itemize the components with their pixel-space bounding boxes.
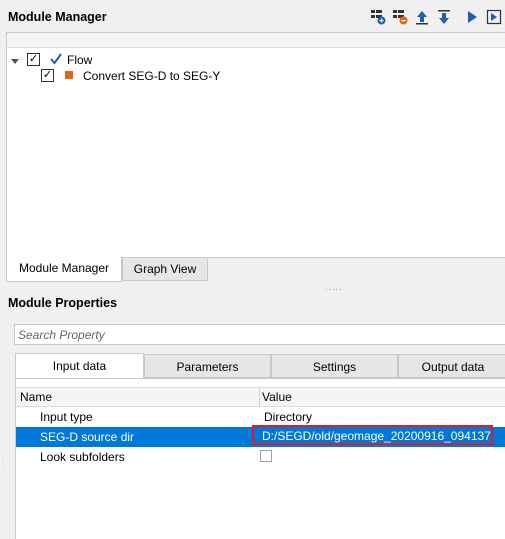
column-name-header: Name (20, 390, 53, 404)
tree-header (7, 33, 505, 48)
move-up-icon (416, 11, 428, 25)
property-row-look-subfolders[interactable]: Look subfolders (16, 447, 505, 467)
look-subfolders-checkbox[interactable] (260, 450, 272, 462)
convert-checkbox[interactable]: ✓ (41, 69, 54, 82)
search-property-input[interactable] (18, 327, 488, 342)
properties-header: Name Value (16, 387, 505, 407)
left-grip-handle[interactable]: :: (2, 458, 4, 472)
tree-item-flow[interactable]: Flow (67, 53, 92, 67)
move-down-button[interactable] (435, 8, 453, 26)
property-row-input-type[interactable]: Input type Directory (16, 407, 505, 427)
property-name: SEG-D source dir (40, 430, 135, 444)
property-row-segd-source-dir[interactable]: SEG-D source dir D:/SEGD/old/geomage_202… (16, 425, 505, 447)
run-button[interactable] (463, 8, 481, 26)
property-value: D:/SEGD/old/geomage_20200916_094137 (262, 429, 491, 443)
run-icon (468, 11, 477, 23)
column-value-header: Value (262, 390, 292, 404)
module-manager-title: Module Manager (8, 10, 107, 24)
move-down-icon (438, 10, 450, 24)
tree-item-convert[interactable]: Convert SEG-D to SEG-Y (83, 69, 220, 83)
tree-expand-icon[interactable] (11, 55, 19, 69)
tab-output-data[interactable]: Output data (398, 354, 505, 378)
remove-module-button[interactable] (391, 8, 409, 26)
tab-settings[interactable]: Settings (271, 354, 398, 378)
column-separator[interactable] (259, 388, 260, 406)
tab-parameters[interactable]: Parameters (144, 354, 271, 378)
module-tree[interactable]: ✓ Flow ✓ Convert SEG-D to SEG-Y (6, 32, 505, 258)
add-module-icon (371, 10, 386, 25)
run-step-icon (486, 9, 502, 25)
module-square-icon (65, 71, 73, 79)
run-step-button[interactable] (485, 8, 503, 26)
property-name: Input type (40, 410, 93, 424)
remove-module-icon (393, 10, 408, 25)
search-box (14, 324, 505, 345)
module-properties-title: Module Properties (8, 296, 118, 310)
flow-checkbox[interactable]: ✓ (27, 53, 40, 66)
tab-input-data[interactable]: Input data (15, 353, 144, 379)
move-up-button[interactable] (413, 8, 431, 26)
tab-module-manager[interactable]: Module Manager (6, 257, 122, 282)
source-dir-value-field[interactable]: D:/SEGD/old/geomage_20200916_094137 (252, 425, 493, 445)
property-value[interactable]: Directory (264, 410, 312, 424)
splitter-handle[interactable]: ..... (325, 282, 343, 292)
property-name: Look subfolders (40, 450, 125, 464)
flow-check-icon (50, 53, 62, 68)
add-module-button[interactable] (369, 8, 387, 26)
tab-graph-view[interactable]: Graph View (122, 257, 208, 281)
properties-grid: Name Value Input type Directory SEG-D so… (15, 378, 505, 539)
